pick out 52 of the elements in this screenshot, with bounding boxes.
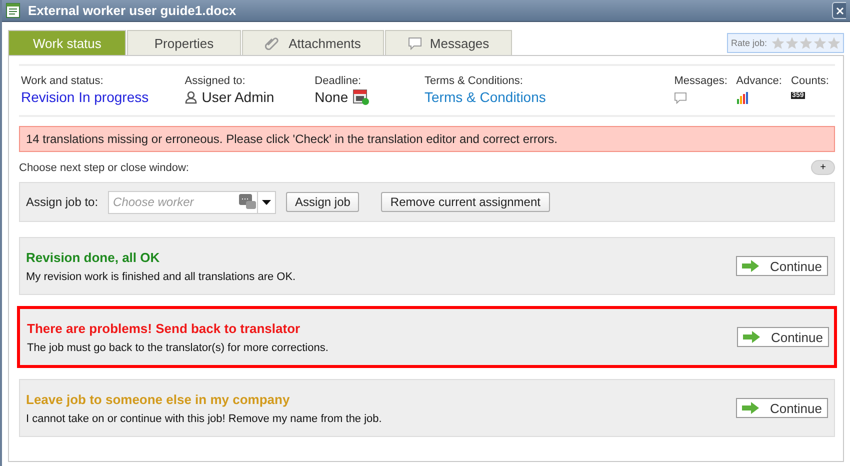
arrow-icon — [742, 260, 760, 272]
rate-label: Rate job: — [730, 38, 767, 48]
next-step-label: Choose next step or close window: — [19, 162, 189, 174]
speech-bubble-icon[interactable] — [674, 92, 688, 104]
star-icon[interactable] — [771, 36, 785, 50]
star-icon[interactable] — [827, 36, 841, 50]
group-icon[interactable] — [239, 194, 258, 210]
window-title: External worker user guide1.docx — [28, 3, 238, 18]
continue-button[interactable]: Continue — [736, 398, 828, 418]
tab[interactable]: Attachments — [242, 30, 384, 55]
caret-icon — [262, 200, 272, 204]
assign-label: Assign job to: — [26, 195, 98, 209]
worker-combo[interactable]: Choose worker — [108, 190, 276, 214]
arrow-icon — [742, 331, 761, 343]
field-label: Deadline: — [314, 75, 362, 87]
option-description: I cannot take on or continue with this job! Remove my name from the job. — [26, 412, 383, 424]
bar-chart-icon[interactable] — [736, 92, 750, 104]
option-title: Revision done, all OK — [26, 250, 161, 264]
option-description: My revision work is finished and all translations are OK. — [26, 270, 297, 282]
star-icon[interactable] — [785, 36, 799, 50]
close-button[interactable] — [832, 2, 846, 19]
field-label: Assigned to: — [184, 75, 246, 87]
continue-button[interactable]: Continue — [736, 327, 829, 347]
tab[interactable]: Messages — [384, 30, 512, 55]
calendar-icon[interactable] — [353, 89, 370, 105]
assignee-name: User Admin — [202, 89, 274, 105]
status-link[interactable]: Terms & Conditions — [424, 89, 674, 105]
user-icon — [184, 90, 197, 104]
tab[interactable]: Properties — [127, 30, 241, 55]
continue-button[interactable]: Continue — [736, 256, 828, 276]
field-label: Terms & Conditions: — [424, 75, 524, 87]
status-link[interactable]: Revision In progress — [21, 89, 185, 105]
error-alert: 14 translations missing or erroneous. Please click 'Check' in the translation editor and correct errors. — [19, 126, 835, 152]
option-description: The job must go back to the translator(s) for more corrections. — [27, 342, 330, 354]
speech-bubble-icon — [408, 36, 422, 50]
paperclip-icon — [264, 36, 281, 50]
star-rating[interactable] — [771, 36, 841, 50]
field-label: Work and status: — [21, 75, 104, 87]
star-icon[interactable] — [799, 36, 813, 50]
arrow-icon — [742, 402, 760, 414]
assign-button[interactable]: Assign job — [286, 192, 360, 212]
close-icon — [836, 6, 844, 14]
field-label: Advance: — [736, 75, 783, 87]
field-label: Counts: — [791, 75, 830, 87]
option-title: There are problems! Send back to translator — [27, 320, 302, 336]
expand-button[interactable]: + — [811, 160, 835, 175]
star-icon[interactable] — [813, 36, 827, 50]
remove-assignment-button[interactable]: Remove current assignment — [381, 192, 550, 212]
option-title: Leave job to someone else in my company — [26, 392, 291, 406]
deadline-value: None — [314, 89, 348, 105]
field-label: Messages: — [674, 75, 728, 87]
document-icon — [6, 3, 20, 18]
